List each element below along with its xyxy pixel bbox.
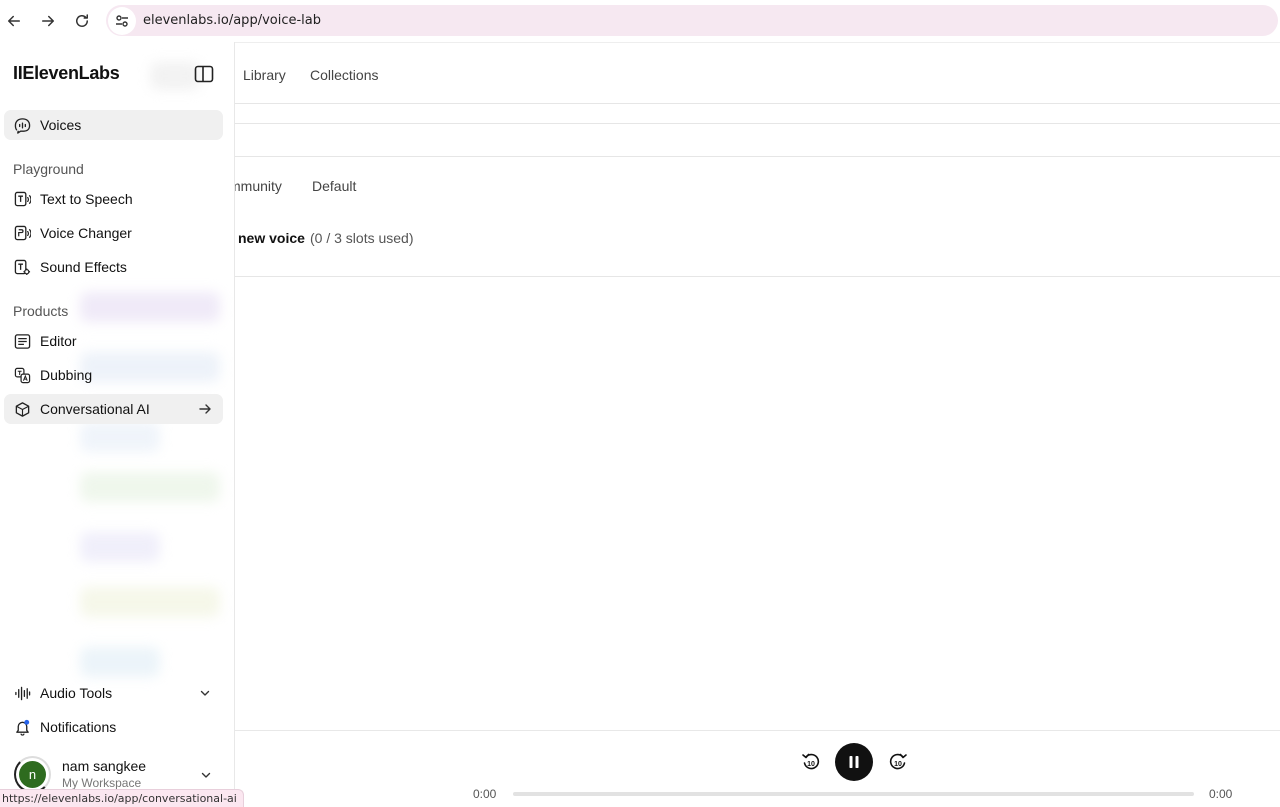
sidebar-toggle-button[interactable] bbox=[194, 65, 214, 83]
sidebar-item-label: Text to Speech bbox=[40, 191, 133, 207]
sidebar-item-notifications[interactable]: Notifications bbox=[4, 712, 223, 742]
url-text[interactable]: elevenlabs.io/app/voice-lab bbox=[143, 13, 321, 28]
voice-icon bbox=[13, 116, 32, 135]
reload-icon bbox=[76, 14, 88, 27]
audio-player: 10 10 0:00 0:00 bbox=[235, 730, 1280, 807]
sidebar-panel-icon bbox=[194, 65, 214, 83]
divider bbox=[235, 276, 1280, 277]
conversational-ai-icon bbox=[13, 400, 32, 419]
sidebar-item-label: Voices bbox=[40, 117, 82, 133]
progress-track[interactable] bbox=[513, 792, 1194, 796]
sidebar-item-label: Dubbing bbox=[40, 367, 93, 383]
current-time: 0:00 bbox=[473, 787, 497, 801]
skip-back-amount: 10 bbox=[807, 761, 815, 768]
ghost-block bbox=[80, 647, 160, 677]
rewind-10-icon: 10 bbox=[802, 753, 820, 770]
forward-10-icon: 10 bbox=[889, 753, 907, 770]
forward-button[interactable] bbox=[31, 4, 65, 38]
sound-effects-icon bbox=[13, 258, 32, 277]
sidebar-item-label: Conversational AI bbox=[40, 401, 150, 417]
duration-time: 0:00 bbox=[1209, 787, 1233, 801]
editor-icon bbox=[13, 332, 32, 351]
arrow-right-icon bbox=[198, 402, 212, 416]
avatar-ring: n bbox=[14, 756, 51, 793]
sidebar-item-label: Voice Changer bbox=[40, 225, 132, 241]
sidebar-item-sound-effects[interactable]: Sound Effects bbox=[4, 252, 223, 282]
back-arrow-icon bbox=[8, 15, 20, 27]
ghost-block bbox=[80, 422, 160, 452]
ghost-block bbox=[80, 292, 220, 322]
sidebar-item-conversational-ai[interactable]: Conversational AI bbox=[4, 394, 223, 424]
text-to-speech-icon bbox=[13, 190, 32, 209]
skip-forward-button[interactable]: 10 bbox=[887, 750, 909, 772]
tab-library[interactable]: Library bbox=[243, 67, 286, 83]
ghost-block bbox=[150, 62, 200, 90]
browser-toolbar: elevenlabs.io/app/voice-lab bbox=[0, 0, 1280, 42]
site-settings-icon[interactable] bbox=[108, 6, 136, 35]
chevron-down-icon bbox=[198, 686, 212, 700]
sidebar-item-dubbing[interactable]: Dubbing bbox=[4, 360, 223, 390]
sidebar-item-label: Editor bbox=[40, 333, 77, 349]
sidebar-item-label: Notifications bbox=[40, 719, 117, 735]
search-bar[interactable] bbox=[235, 123, 1280, 157]
sidebar-item-label: Audio Tools bbox=[40, 685, 113, 701]
forward-arrow-icon bbox=[42, 15, 54, 27]
chevron-down-icon bbox=[199, 768, 213, 782]
audio-waveform-icon bbox=[13, 684, 32, 703]
tab-default[interactable]: Default bbox=[312, 178, 356, 194]
dubbing-icon bbox=[13, 366, 32, 385]
bell-icon bbox=[13, 718, 32, 737]
ghost-block bbox=[80, 472, 220, 502]
notification-dot bbox=[24, 719, 30, 725]
sidebar-item-label: Sound Effects bbox=[40, 259, 127, 275]
sidebar-item-voice-changer[interactable]: Voice Changer bbox=[4, 218, 223, 248]
tab-community[interactable]: mmunity bbox=[229, 178, 282, 194]
slots-used-text: (0 / 3 slots used) bbox=[310, 230, 414, 246]
playground-section-label: Playground bbox=[13, 161, 84, 177]
sidebar: IIElevenLabs Voices Playground Text to S… bbox=[0, 42, 235, 807]
skip-back-button[interactable]: 10 bbox=[800, 750, 822, 772]
sidebar-item-editor[interactable]: Editor bbox=[4, 326, 223, 356]
skip-forward-amount: 10 bbox=[894, 761, 902, 768]
sidebar-item-text-to-speech[interactable]: Text to Speech bbox=[4, 184, 223, 214]
voice-changer-icon bbox=[13, 224, 32, 243]
elevenlabs-logo[interactable]: IIElevenLabs bbox=[13, 63, 120, 84]
avatar: n bbox=[19, 761, 46, 788]
reload-button[interactable] bbox=[65, 4, 99, 38]
products-section-label: Products bbox=[13, 303, 69, 319]
workspace-name: My Workspace bbox=[62, 776, 142, 790]
ghost-block bbox=[80, 532, 160, 562]
voices-tab-bar: Library Collections bbox=[235, 42, 1280, 104]
back-button[interactable] bbox=[0, 4, 31, 38]
tab-collections[interactable]: Collections bbox=[310, 67, 378, 83]
link-status-bar: https://elevenlabs.io/app/conversational… bbox=[0, 789, 244, 807]
sidebar-item-voices[interactable]: Voices bbox=[4, 110, 223, 140]
add-voice-button[interactable]: new voice bbox=[238, 230, 305, 246]
address-bar[interactable]: elevenlabs.io/app/voice-lab bbox=[106, 5, 1278, 36]
sidebar-item-audio-tools[interactable]: Audio Tools bbox=[4, 678, 223, 708]
ghost-block bbox=[80, 587, 220, 617]
user-name: nam sangkee bbox=[62, 758, 147, 774]
pause-button[interactable] bbox=[835, 743, 873, 781]
pause-icon bbox=[849, 756, 859, 768]
